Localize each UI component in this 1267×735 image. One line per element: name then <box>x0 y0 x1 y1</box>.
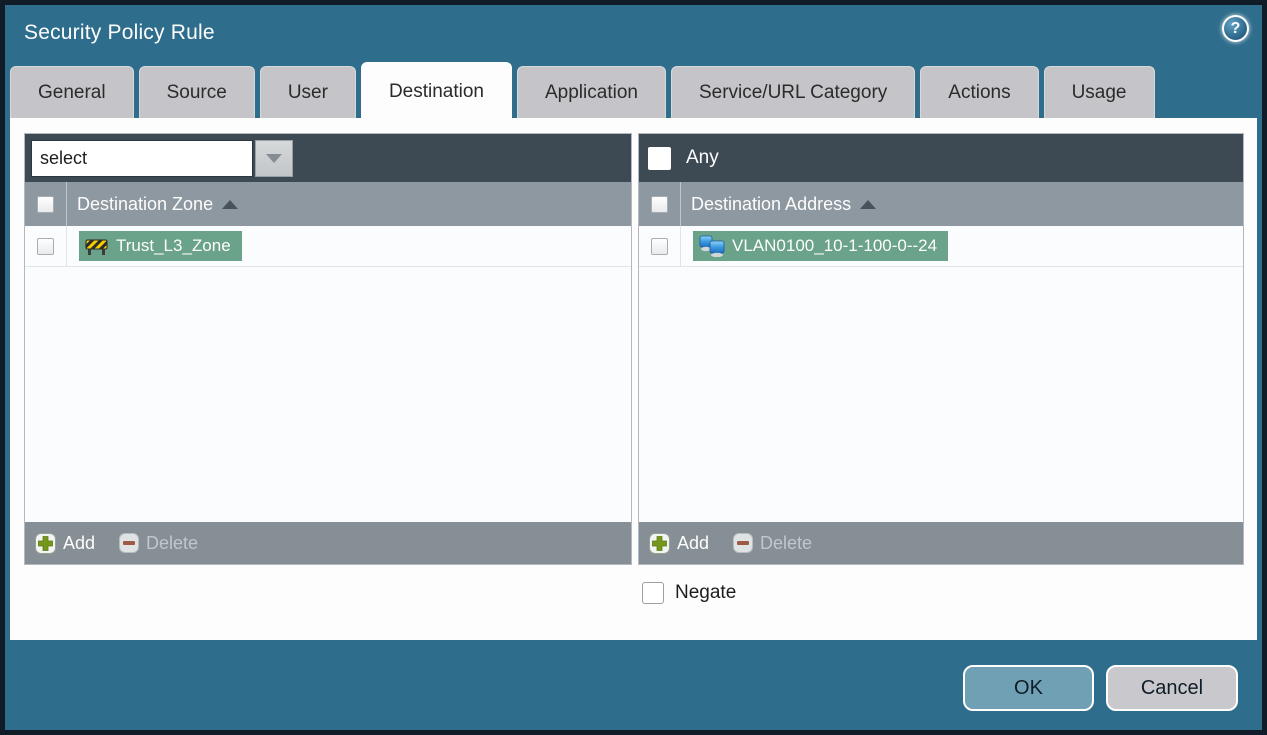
any-checkbox[interactable] <box>648 146 671 170</box>
destination-zone-panel: Destination Zone <box>24 133 632 565</box>
zone-column-title: Destination Zone <box>77 193 214 214</box>
address-add-label: Add <box>677 532 710 553</box>
security-policy-rule-dialog: Security Policy Rule ? General Source Us… <box>5 5 1262 730</box>
address-chip[interactable]: VLAN0100_10-1-100-0--24 <box>693 231 949 261</box>
zone-icon <box>85 237 109 256</box>
zone-chip[interactable]: Trust_L3_Zone <box>79 231 242 261</box>
address-row[interactable]: VLAN0100_10-1-100-0--24 <box>639 226 1243 267</box>
network-icon <box>699 235 725 257</box>
destination-tab-content: Destination Zone <box>10 118 1257 640</box>
zone-select-all-checkbox[interactable] <box>37 195 54 213</box>
address-add-button[interactable]: Add <box>649 532 710 554</box>
negate-label: Negate <box>675 582 737 603</box>
sort-ascending-icon <box>222 199 239 209</box>
zone-add-button[interactable]: Add <box>35 532 96 554</box>
address-delete-button[interactable]: Delete <box>733 533 812 554</box>
caret-down-icon <box>266 153 282 163</box>
title-bar: Security Policy Rule ? <box>5 5 1262 62</box>
negate-checkbox[interactable] <box>642 582 664 604</box>
zone-row-label: Trust_L3_Zone <box>116 236 231 255</box>
zone-row[interactable]: Trust_L3_Zone <box>25 226 631 267</box>
zone-row-checkbox[interactable] <box>37 237 54 255</box>
delete-minus-icon <box>119 533 140 553</box>
address-column-header[interactable]: Destination Address <box>639 182 1243 226</box>
add-plus-icon <box>35 532 56 554</box>
address-toolbar: Any <box>639 134 1243 182</box>
address-row-checkbox[interactable] <box>651 237 668 255</box>
tab-application[interactable]: Application <box>517 66 666 118</box>
tab-source[interactable]: Source <box>138 66 255 118</box>
negate-row: Negate <box>642 582 736 604</box>
tab-general[interactable]: General <box>10 66 134 118</box>
address-delete-label: Delete <box>760 532 813 553</box>
tab-service-url-category[interactable]: Service/URL Category <box>670 66 916 118</box>
zone-delete-label: Delete <box>146 532 199 553</box>
address-list: VLAN0100_10-1-100-0--24 <box>639 226 1243 522</box>
zone-toolbar <box>25 134 631 182</box>
tab-user[interactable]: User <box>259 66 356 118</box>
tab-destination[interactable]: Destination <box>360 62 512 120</box>
zone-delete-button[interactable]: Delete <box>119 533 198 554</box>
ok-button[interactable]: OK <box>963 665 1094 711</box>
zone-footer-bar: Add Delete <box>25 522 631 564</box>
zone-select-input[interactable] <box>31 139 253 177</box>
address-header-checkbox-cell <box>639 182 681 226</box>
address-select-all-checkbox[interactable] <box>651 195 668 213</box>
dialog-title: Security Policy Rule <box>24 21 215 44</box>
screen: Security Policy Rule ? General Source Us… <box>0 0 1267 735</box>
address-column-title: Destination Address <box>691 193 852 214</box>
zone-header-checkbox-cell <box>25 182 67 226</box>
zone-row-checkbox-cell <box>25 226 67 266</box>
address-row-label: VLAN0100_10-1-100-0--24 <box>732 236 938 255</box>
address-footer-bar: Add Delete <box>639 522 1243 564</box>
cancel-button[interactable]: Cancel <box>1106 665 1238 711</box>
any-label: Any <box>686 147 719 168</box>
tab-actions[interactable]: Actions <box>920 66 1039 118</box>
zone-select-dropdown-button[interactable] <box>255 139 293 177</box>
zone-add-label: Add <box>63 532 96 553</box>
add-plus-icon <box>649 532 670 554</box>
zone-column-header[interactable]: Destination Zone <box>25 182 631 226</box>
delete-minus-icon <box>733 533 754 553</box>
tab-usage[interactable]: Usage <box>1043 66 1155 118</box>
zone-list: Trust_L3_Zone <box>25 226 631 522</box>
tab-bar: General Source User Destination Applicat… <box>10 62 1155 120</box>
destination-address-panel: Any Destination Address VLAN0100_10-1-10… <box>638 133 1244 565</box>
help-icon[interactable]: ? <box>1222 15 1249 42</box>
sort-ascending-icon <box>860 199 877 209</box>
address-row-checkbox-cell <box>639 226 681 266</box>
